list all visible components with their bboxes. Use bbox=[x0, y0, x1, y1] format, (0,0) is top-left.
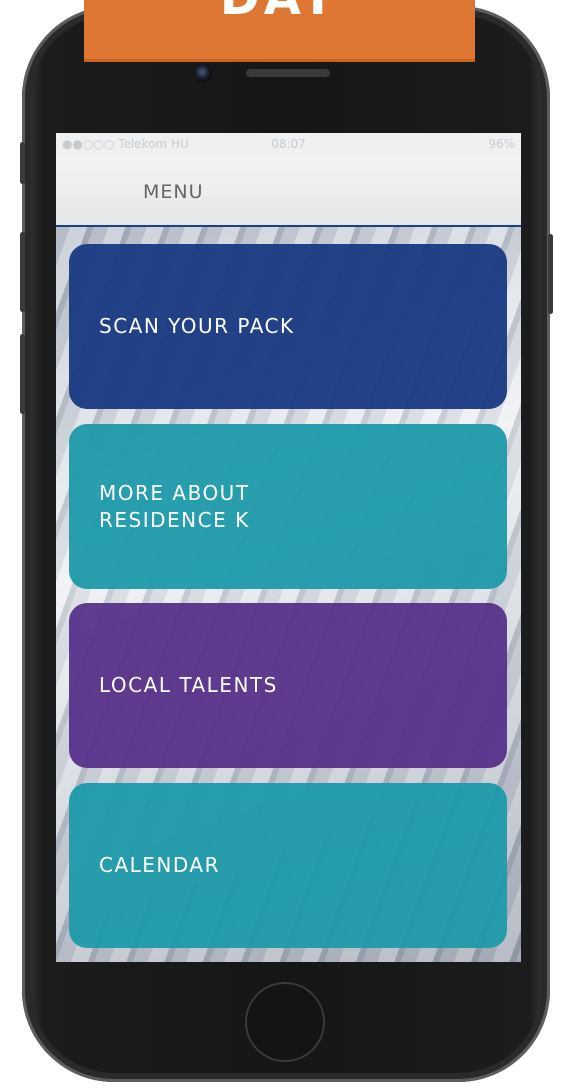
status-time: 08:07 bbox=[271, 137, 306, 151]
status-battery: 96% bbox=[488, 137, 515, 151]
banner-text: DAY bbox=[84, 0, 475, 26]
power-button bbox=[548, 234, 553, 314]
front-camera bbox=[194, 64, 212, 82]
menu-item-label: LOCAL TALENTS bbox=[99, 673, 278, 697]
status-bar: ●●○○○ Telekom HU 08:07 96% bbox=[56, 133, 521, 155]
home-button[interactable] bbox=[245, 982, 325, 1062]
mute-switch bbox=[20, 142, 25, 184]
calendar-button[interactable]: CALENDAR bbox=[69, 783, 507, 948]
page-title: MENU bbox=[143, 181, 204, 203]
earpiece-speaker bbox=[246, 69, 330, 77]
menu-item-label: SCAN YOUR PACK bbox=[99, 314, 295, 338]
top-banner: DAY bbox=[84, 0, 475, 62]
nav-bar: MENU bbox=[56, 155, 521, 227]
app-screen: ●●○○○ Telekom HU 08:07 96% MENU SCAN YOU… bbox=[56, 133, 521, 962]
volume-up-button bbox=[20, 232, 25, 312]
more-about-residence-k-button[interactable]: MORE ABOUT RESIDENCE K bbox=[69, 424, 507, 589]
menu-item-label: MORE ABOUT RESIDENCE K bbox=[99, 480, 250, 532]
scan-your-pack-button[interactable]: SCAN YOUR PACK bbox=[69, 244, 507, 409]
menu-item-label: CALENDAR bbox=[99, 853, 221, 877]
local-talents-button[interactable]: LOCAL TALENTS bbox=[69, 603, 507, 768]
volume-down-button bbox=[20, 334, 25, 414]
